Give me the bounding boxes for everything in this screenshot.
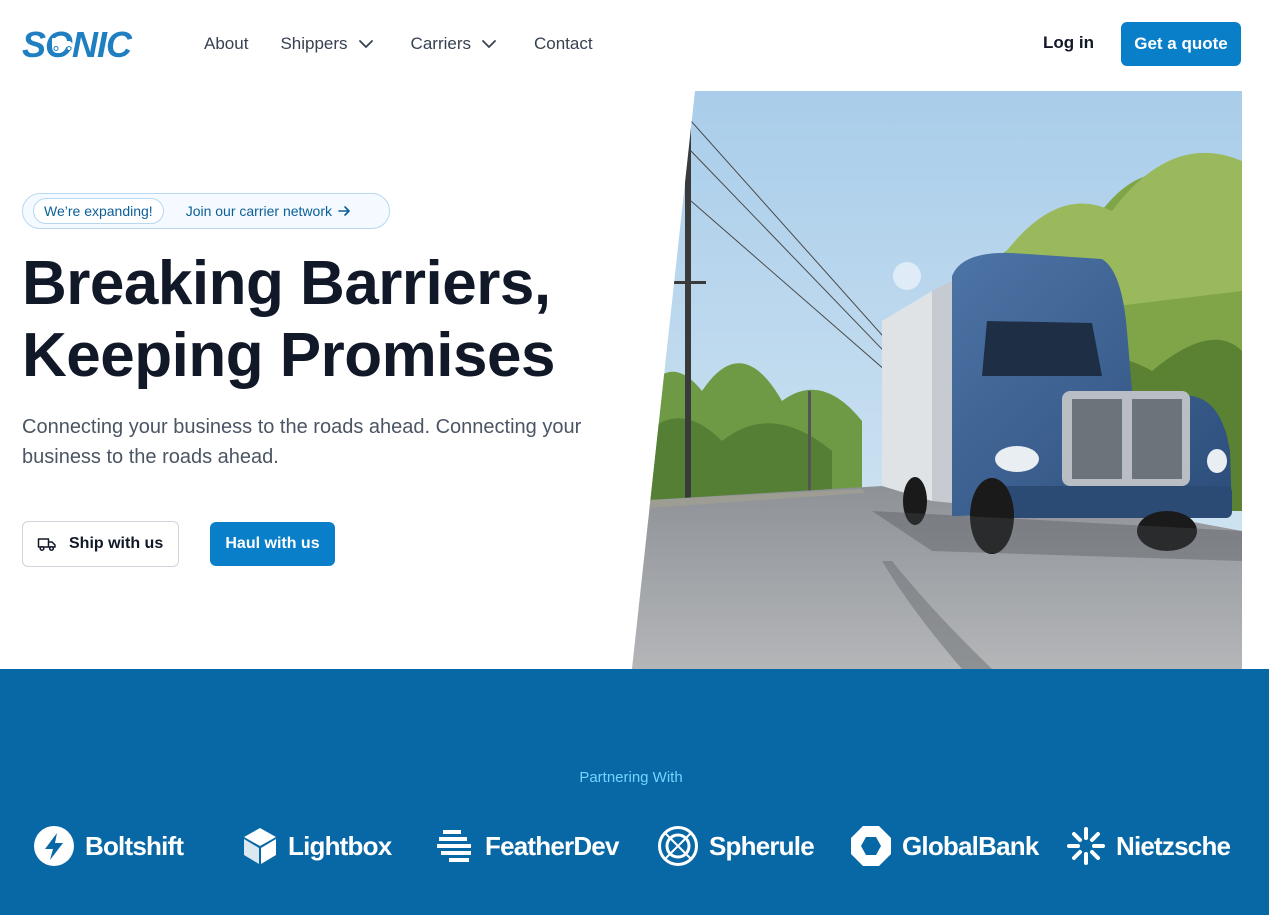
sphere-icon [658, 826, 698, 866]
partner-name: Nietzsche [1116, 830, 1231, 861]
expanding-badge: We’re expanding! [33, 198, 164, 224]
hero-title-line-1: Breaking Barriers, [22, 249, 551, 318]
partner-logo-nietzsche: Nietzsche [1066, 823, 1231, 869]
nav-about-label: About [204, 34, 249, 53]
login-link[interactable]: Log in [1043, 33, 1094, 53]
hero-truck-image [632, 91, 1242, 669]
partner-name: GlobalBank [902, 830, 1039, 861]
partner-logo-spherule: Spherule [657, 823, 815, 869]
partner-logos: Boltshift Lightbox FeatherDev Spherule G… [0, 823, 1269, 871]
chevron-down-icon [482, 40, 496, 48]
join-carrier-link[interactable]: Join our carrier network [186, 203, 351, 219]
arrow-right-icon [338, 206, 350, 216]
truck-icon [37, 538, 56, 552]
nav-shippers-label: Shippers [280, 34, 348, 53]
join-carrier-label: Join our carrier network [185, 203, 332, 219]
logo-wordmark: SONIC [22, 26, 133, 62]
get-quote-button[interactable]: Get a quote [1121, 22, 1241, 66]
main-nav: About Shippers Carriers Contact [204, 33, 593, 55]
hero-subtitle: Connecting your business to the roads ah… [22, 416, 582, 468]
nav-contact-label: Contact [534, 34, 593, 53]
partners-label: Partnering With [579, 769, 683, 786]
announcement-pill[interactable]: We’re expanding! Join our carrier networ… [22, 193, 390, 229]
site-header: SONIC About Shippers Carriers Contact Lo… [0, 0, 1269, 88]
partner-name: FeatherDev [485, 830, 619, 861]
feather-icon [437, 830, 471, 862]
partner-logo-boltshift: Boltshift [33, 823, 184, 869]
hero-section: We’re expanding! Join our carrier networ… [0, 88, 1269, 669]
nav-carriers[interactable]: Carriers [411, 33, 498, 55]
haul-with-us-button[interactable]: Haul with us [210, 522, 335, 566]
burst-icon [1067, 827, 1105, 865]
partner-name: Spherule [709, 830, 815, 861]
chevron-down-icon [358, 40, 373, 48]
nav-carriers-label: Carriers [410, 34, 471, 53]
cube-icon [244, 828, 276, 864]
partner-logo-globalbank: GlobalBank [850, 823, 1039, 869]
partners-section: Partnering With Boltshift Lightbox Feath… [0, 669, 1269, 915]
partner-logo-lightbox: Lightbox [242, 823, 392, 869]
partner-name: Boltshift [85, 830, 184, 861]
hero-title-line-2: Keeping Promises [22, 321, 555, 390]
ship-with-us-button[interactable]: Ship with us [22, 521, 179, 567]
hero-title: Breaking Barriers, Keeping Promises [22, 248, 642, 392]
bolt-icon [34, 826, 74, 866]
nav-contact[interactable]: Contact [534, 33, 593, 55]
partner-name: Lightbox [288, 830, 392, 861]
octagon-icon [851, 826, 891, 866]
nav-about[interactable]: About [204, 33, 248, 55]
partner-logo-featherdev: FeatherDev [437, 823, 619, 869]
ship-with-us-label: Ship with us [69, 535, 164, 552]
sonic-logo[interactable]: SONIC [22, 26, 166, 62]
nav-shippers[interactable]: Shippers [280, 33, 374, 55]
